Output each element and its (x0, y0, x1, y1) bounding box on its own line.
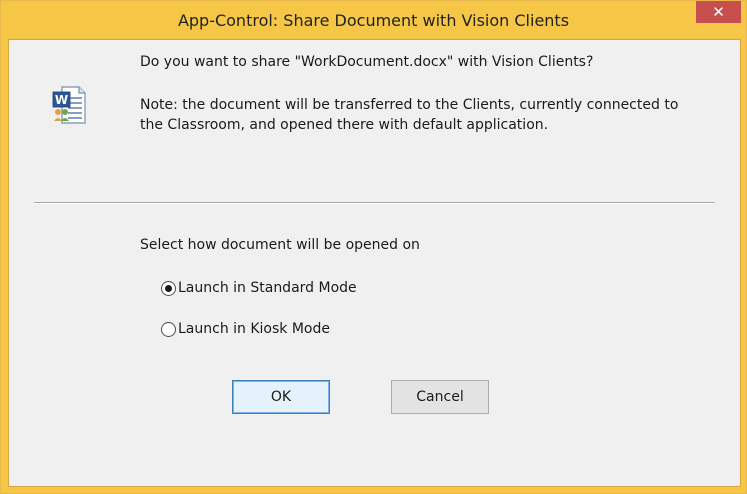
radio-checked-icon[interactable] (161, 280, 176, 296)
open-mode-label: Select how document will be opened on (140, 237, 420, 253)
title-bar[interactable]: App-Control: Share Document with Vision … (1, 1, 746, 39)
share-question: Do you want to share "WorkDocument.docx"… (140, 54, 594, 70)
svg-text:W: W (55, 93, 68, 107)
radio-kiosk-mode[interactable]: Launch in Kiosk Mode (161, 319, 330, 339)
close-button[interactable]: ✕ (696, 1, 741, 23)
radio-standard-mode-label[interactable]: Launch in Standard Mode (178, 280, 357, 296)
dialog-title: App-Control: Share Document with Vision … (177, 11, 570, 30)
close-icon: ✕ (712, 3, 725, 21)
radio-kiosk-mode-label[interactable]: Launch in Kiosk Mode (178, 321, 330, 337)
radio-standard-mode[interactable]: Launch in Standard Mode (161, 278, 357, 298)
word-document-icon: W (52, 86, 86, 124)
cancel-button[interactable]: Cancel (391, 380, 489, 414)
transfer-note: Note: the document will be transferred t… (140, 97, 679, 133)
divider (34, 202, 715, 204)
ok-button[interactable]: OK (232, 380, 330, 414)
dialog-window: App-Control: Share Document with Vision … (0, 0, 747, 494)
radio-unchecked-icon[interactable] (161, 321, 176, 337)
